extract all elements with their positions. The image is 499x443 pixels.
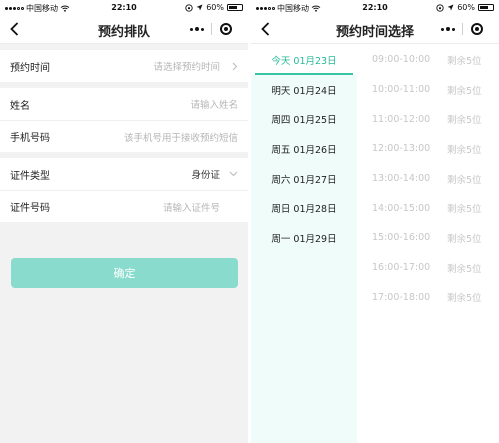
battery-fill bbox=[229, 6, 238, 9]
nav-bar: 预约时间选择 bbox=[251, 14, 499, 44]
nav-bar: 预约排队 bbox=[0, 14, 248, 44]
chevron-right-icon bbox=[224, 62, 238, 71]
id-number-label: 证件号码 bbox=[10, 203, 50, 214]
appointment-time-label: 预约时间 bbox=[10, 62, 50, 74]
phone-label: 手机号码 bbox=[10, 133, 50, 144]
time-slot-range: 11:00-12:00 bbox=[372, 113, 431, 125]
form-group-id: 证件类型 身份证 证件号码 请输入证件号 bbox=[0, 158, 248, 222]
day-item[interactable]: 周四 01月25日 bbox=[251, 104, 357, 134]
time-slot-remaining: 剩余5位 bbox=[447, 263, 482, 275]
battery-icon bbox=[227, 4, 243, 11]
rotation-lock-icon bbox=[436, 3, 444, 12]
menu-capsule bbox=[433, 19, 491, 39]
name-label: 姓名 bbox=[10, 100, 30, 112]
slot-list: 09:00-10:00 剩余5位 10:00-11:00 剩余5位 11:00-12:0… bbox=[357, 45, 499, 443]
right-screen: 中国移动 22:10 60% 预约时间选择 今天 01月23日 明天 01月24日… bbox=[251, 0, 499, 443]
close-button[interactable] bbox=[212, 23, 240, 35]
close-button[interactable] bbox=[463, 23, 491, 35]
day-item[interactable]: 周六 01月27日 bbox=[251, 164, 357, 194]
id-type-select[interactable]: 身份证 bbox=[90, 167, 220, 181]
close-icon bbox=[220, 23, 232, 35]
time-slot[interactable]: 10:00-11:00 剩余5位 bbox=[357, 75, 499, 105]
more-icon bbox=[189, 27, 204, 31]
time-slot-remaining: 剩余5位 bbox=[447, 293, 482, 305]
day-item[interactable]: 周五 01月26日 bbox=[251, 134, 357, 164]
time-slot-range: 16:00-17:00 bbox=[372, 262, 431, 274]
time-slot-range: 09:00-10:00 bbox=[372, 54, 431, 66]
phone-input[interactable]: 该手机号用于接收预约短信 bbox=[90, 130, 238, 144]
left-screen: 中国移动 22:10 60% 预约排队 预约时间 请选择预约时间 姓名 请输入姓… bbox=[0, 0, 248, 443]
chevron-down-icon bbox=[224, 171, 238, 177]
time-slot-range: 12:00-13:00 bbox=[372, 143, 431, 155]
day-item[interactable]: 今天 01月23日 bbox=[251, 45, 357, 75]
battery-percent: 60% bbox=[457, 3, 475, 12]
time-slot-remaining: 剩余5位 bbox=[447, 174, 482, 186]
close-icon bbox=[471, 23, 483, 35]
form-group-time: 预约时间 请选择预约时间 bbox=[0, 50, 248, 82]
more-icon bbox=[440, 27, 455, 31]
phone-row[interactable]: 手机号码 该手机号用于接收预约短信 bbox=[0, 120, 248, 152]
time-slot-remaining: 剩余5位 bbox=[447, 115, 482, 127]
time-picker: 今天 01月23日 明天 01月24日 周四 01月25日 周五 01月26日 周六 0… bbox=[251, 45, 499, 443]
confirm-button[interactable]: 确定 bbox=[11, 258, 238, 288]
appointment-time-value: 请选择预约时间 bbox=[153, 62, 220, 73]
id-type-label: 证件类型 bbox=[10, 170, 50, 182]
id-type-row[interactable]: 证件类型 身份证 bbox=[0, 158, 248, 190]
day-item[interactable]: 明天 01月24日 bbox=[251, 75, 357, 105]
day-item[interactable]: 周日 01月28日 bbox=[251, 193, 357, 223]
time-slot[interactable]: 15:00-16:00 剩余5位 bbox=[357, 223, 499, 253]
time-slot-range: 10:00-11:00 bbox=[372, 84, 431, 96]
time-slot-remaining: 剩余5位 bbox=[447, 144, 482, 156]
more-button[interactable] bbox=[182, 27, 211, 31]
battery-percent: 60% bbox=[206, 3, 224, 12]
time-slot[interactable]: 14:00-15:00 剩余5位 bbox=[357, 193, 499, 223]
day-list: 今天 01月23日 明天 01月24日 周四 01月25日 周五 01月26日 周六 0… bbox=[251, 45, 357, 443]
menu-capsule bbox=[182, 19, 240, 39]
rotation-lock-icon bbox=[185, 3, 193, 12]
battery-icon bbox=[478, 4, 494, 11]
time-slot-remaining: 剩余5位 bbox=[447, 204, 482, 216]
time-slot[interactable]: 11:00-12:00 剩余5位 bbox=[357, 104, 499, 134]
status-bar: 中国移动 22:10 60% bbox=[0, 0, 248, 14]
time-slot[interactable]: 17:00-18:00 剩余5位 bbox=[357, 283, 499, 313]
time-slot-range: 15:00-16:00 bbox=[372, 232, 431, 244]
time-slot-remaining: 剩余5位 bbox=[447, 233, 482, 245]
name-row[interactable]: 姓名 请输入姓名 bbox=[0, 88, 248, 120]
location-icon bbox=[196, 4, 203, 11]
time-slot-range: 14:00-15:00 bbox=[372, 202, 431, 214]
battery-fill bbox=[480, 6, 489, 9]
time-slot-remaining: 剩余5位 bbox=[447, 55, 482, 67]
appointment-time-row[interactable]: 预约时间 请选择预约时间 bbox=[0, 50, 248, 82]
id-number-input[interactable]: 请输入证件号 bbox=[90, 200, 238, 214]
time-slot-remaining: 剩余5位 bbox=[447, 85, 482, 97]
time-slot-range: 13:00-14:00 bbox=[372, 173, 431, 185]
time-slot-range: 17:00-18:00 bbox=[372, 291, 431, 303]
id-number-row[interactable]: 证件号码 请输入证件号 bbox=[0, 190, 248, 222]
more-button[interactable] bbox=[433, 27, 462, 31]
status-right: 60% bbox=[436, 3, 494, 12]
time-slot[interactable]: 16:00-17:00 剩余5位 bbox=[357, 253, 499, 283]
day-item[interactable]: 周一 01月29日 bbox=[251, 223, 357, 253]
time-slot[interactable]: 13:00-14:00 剩余5位 bbox=[357, 164, 499, 194]
status-bar: 中国移动 22:10 60% bbox=[251, 0, 499, 14]
time-slot[interactable]: 09:00-10:00 剩余5位 bbox=[357, 45, 499, 75]
name-input[interactable]: 请输入姓名 bbox=[90, 97, 238, 111]
form-group-contact: 姓名 请输入姓名 手机号码 该手机号用于接收预约短信 bbox=[0, 88, 248, 152]
status-right: 60% bbox=[185, 3, 243, 12]
location-icon bbox=[447, 4, 454, 11]
time-slot[interactable]: 12:00-13:00 剩余5位 bbox=[357, 134, 499, 164]
